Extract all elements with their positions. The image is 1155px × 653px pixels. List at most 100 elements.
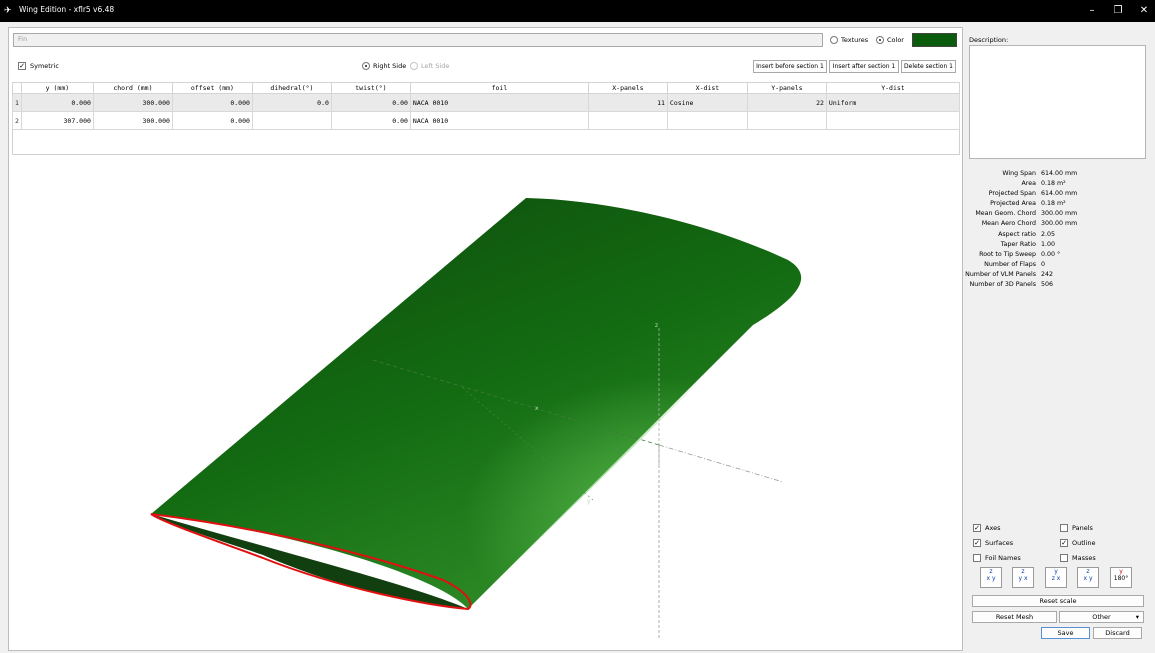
symetric-checkbox[interactable]: ✓ Symetric [18, 62, 59, 70]
stat-row: Projected Span 614.00 mm [966, 190, 1151, 200]
reset-scale-button[interactable]: Reset scale [972, 595, 1144, 607]
col-header-ypanels[interactable]: Y-panels [746, 82, 827, 94]
cell-ydist[interactable] [825, 111, 961, 130]
stat-row: Projected Area 0.18 m² [966, 200, 1151, 210]
table-header-row: y (mm) chord (mm) offset (mm) dihedral(°… [12, 82, 961, 94]
row-index[interactable]: 2 [12, 111, 22, 130]
outline-checkbox[interactable]: ✓ Outline [1060, 539, 1096, 547]
table-row[interactable]: 2 307.000 300.000 0.000 0.00 NACA 0010 [12, 111, 961, 130]
insert-after-button[interactable]: Insert after section 1 [829, 60, 899, 73]
col-header-offset[interactable]: offset (mm) [171, 82, 253, 94]
row-header-corner [12, 82, 22, 94]
left-side-radio[interactable]: Left Side [410, 62, 449, 70]
cell-ypanels[interactable] [746, 111, 827, 130]
surfaces-checkbox[interactable]: ✓ Surfaces [973, 539, 1013, 547]
stat-row: Wing Span 614.00 mm [966, 170, 1151, 180]
stat-label: Area [1021, 180, 1037, 188]
col-header-chord[interactable]: chord (mm) [92, 82, 173, 94]
cell-twist[interactable]: 0.00 [330, 93, 411, 112]
cell-y[interactable]: 307.000 [20, 111, 94, 130]
col-header-xdist[interactable]: X-dist [666, 82, 748, 94]
insert-before-button[interactable]: Insert before section 1 [753, 60, 827, 73]
cell-twist[interactable]: 0.00 [330, 111, 411, 130]
flip-180-view-icon[interactable]: y 180° [1110, 567, 1132, 588]
reset-mesh-button[interactable]: Reset Mesh [972, 611, 1057, 623]
z-x-view-icon[interactable]: y z x [1045, 567, 1067, 588]
outline-check-icon[interactable]: ✓ [1060, 539, 1068, 547]
col-header-foil[interactable]: foil [409, 82, 589, 94]
color-swatch-button[interactable] [912, 33, 957, 47]
surfaces-check-icon[interactable]: ✓ [973, 539, 981, 547]
save-button[interactable]: Save [1041, 627, 1090, 639]
cell-xdist[interactable] [666, 111, 748, 130]
cell-chord[interactable]: 300.000 [92, 93, 173, 112]
right-side-radio-button[interactable] [362, 62, 370, 70]
cell-xpanels[interactable]: 11 [587, 93, 668, 112]
cell-offset[interactable]: 0.000 [171, 111, 253, 130]
foil-names-label: Foil Names [985, 554, 1021, 562]
stat-value: 0.00 ° [1041, 250, 1061, 258]
wing-3d-view[interactable]: x z y [13, 160, 960, 647]
col-header-y[interactable]: y (mm) [20, 82, 94, 94]
col-header-xpanels[interactable]: X-panels [587, 82, 668, 94]
other-dropdown[interactable]: Other ▾ [1059, 611, 1144, 623]
left-side-radio-button[interactable] [410, 62, 418, 70]
wing-name-field[interactable]: Fin [13, 33, 823, 47]
color-radio-button[interactable] [876, 36, 884, 44]
panels-check-icon[interactable] [1060, 524, 1068, 532]
symetric-check-icon[interactable]: ✓ [18, 62, 26, 70]
view-axis-top: z [989, 568, 993, 575]
textures-radio-button[interactable] [830, 36, 838, 44]
col-header-twist[interactable]: twist(°) [330, 82, 411, 94]
color-radio[interactable]: Color [876, 36, 904, 44]
stat-row: Mean Geom. Chord 300.00 mm [966, 210, 1151, 220]
delete-section-button[interactable]: Delete section 1 [901, 60, 956, 73]
discard-button[interactable]: Discard [1093, 627, 1142, 639]
row-index[interactable]: 1 [12, 93, 22, 112]
surfaces-label: Surfaces [985, 539, 1014, 547]
foil-names-check-icon[interactable] [973, 554, 981, 562]
cell-ypanels[interactable]: 22 [746, 93, 827, 112]
foil-names-checkbox[interactable]: Foil Names [973, 554, 1021, 562]
masses-checkbox[interactable]: Masses [1060, 554, 1096, 562]
textures-radio[interactable]: Textures [830, 36, 868, 44]
stat-row: Number of VLM Panels 242 [965, 271, 1151, 281]
cell-foil[interactable]: NACA 0010 [409, 111, 589, 130]
cell-dihedral[interactable] [251, 111, 332, 130]
color-label: Color [887, 36, 904, 44]
stat-value: 614.00 mm [1041, 170, 1078, 177]
stat-value: 614.00 mm [1041, 190, 1078, 198]
cell-xpanels[interactable] [587, 111, 668, 130]
xflr5-app-icon: ✈ [4, 6, 12, 16]
cell-dihedral[interactable]: 0.0 [251, 93, 332, 112]
cell-ydist[interactable]: Uniform [825, 93, 961, 112]
masses-check-icon[interactable] [1060, 554, 1068, 562]
col-header-dihedral[interactable]: dihedral(°) [251, 82, 332, 94]
description-label: Description: [969, 36, 1009, 44]
wing-3d-viewport[interactable]: x z y [13, 160, 960, 647]
view-axis-top: y [1054, 568, 1058, 575]
symetric-label: Symetric [30, 62, 59, 70]
restore-icon[interactable]: ❐ [1108, 3, 1128, 19]
cell-foil[interactable]: NACA 0010 [409, 93, 589, 112]
cell-y[interactable]: 0.000 [20, 93, 94, 112]
stat-row: Aspect ratio 2.05 [966, 231, 1151, 241]
cell-xdist[interactable]: Cosine [666, 93, 748, 112]
stat-value: 0.18 m² [1041, 200, 1066, 208]
axes-checkbox[interactable]: ✓ Axes [973, 524, 1000, 532]
col-header-ydist[interactable]: Y-dist [825, 82, 961, 94]
minimize-icon[interactable]: – [1082, 3, 1102, 19]
cell-chord[interactable]: 300.000 [92, 111, 173, 130]
close-icon[interactable]: ✕ [1134, 3, 1154, 19]
right-side-radio[interactable]: Right Side [362, 62, 406, 70]
table-row[interactable]: 1 0.000 300.000 0.000 0.0 0.00 NACA 0010… [12, 93, 961, 112]
x-y-view-icon[interactable]: z x y [980, 567, 1002, 588]
panels-checkbox[interactable]: Panels [1060, 524, 1093, 532]
axes-check-icon[interactable]: ✓ [973, 524, 981, 532]
description-textarea[interactable] [969, 45, 1146, 159]
stat-row: Mean Aero Chord 300.00 mm [966, 220, 1151, 230]
x-y-iso-view-icon[interactable]: z x y [1077, 567, 1099, 588]
stat-row: Number of 3D Panels 506 [966, 281, 1151, 291]
y-x-view-icon[interactable]: z y x [1012, 567, 1034, 588]
cell-offset[interactable]: 0.000 [171, 93, 253, 112]
